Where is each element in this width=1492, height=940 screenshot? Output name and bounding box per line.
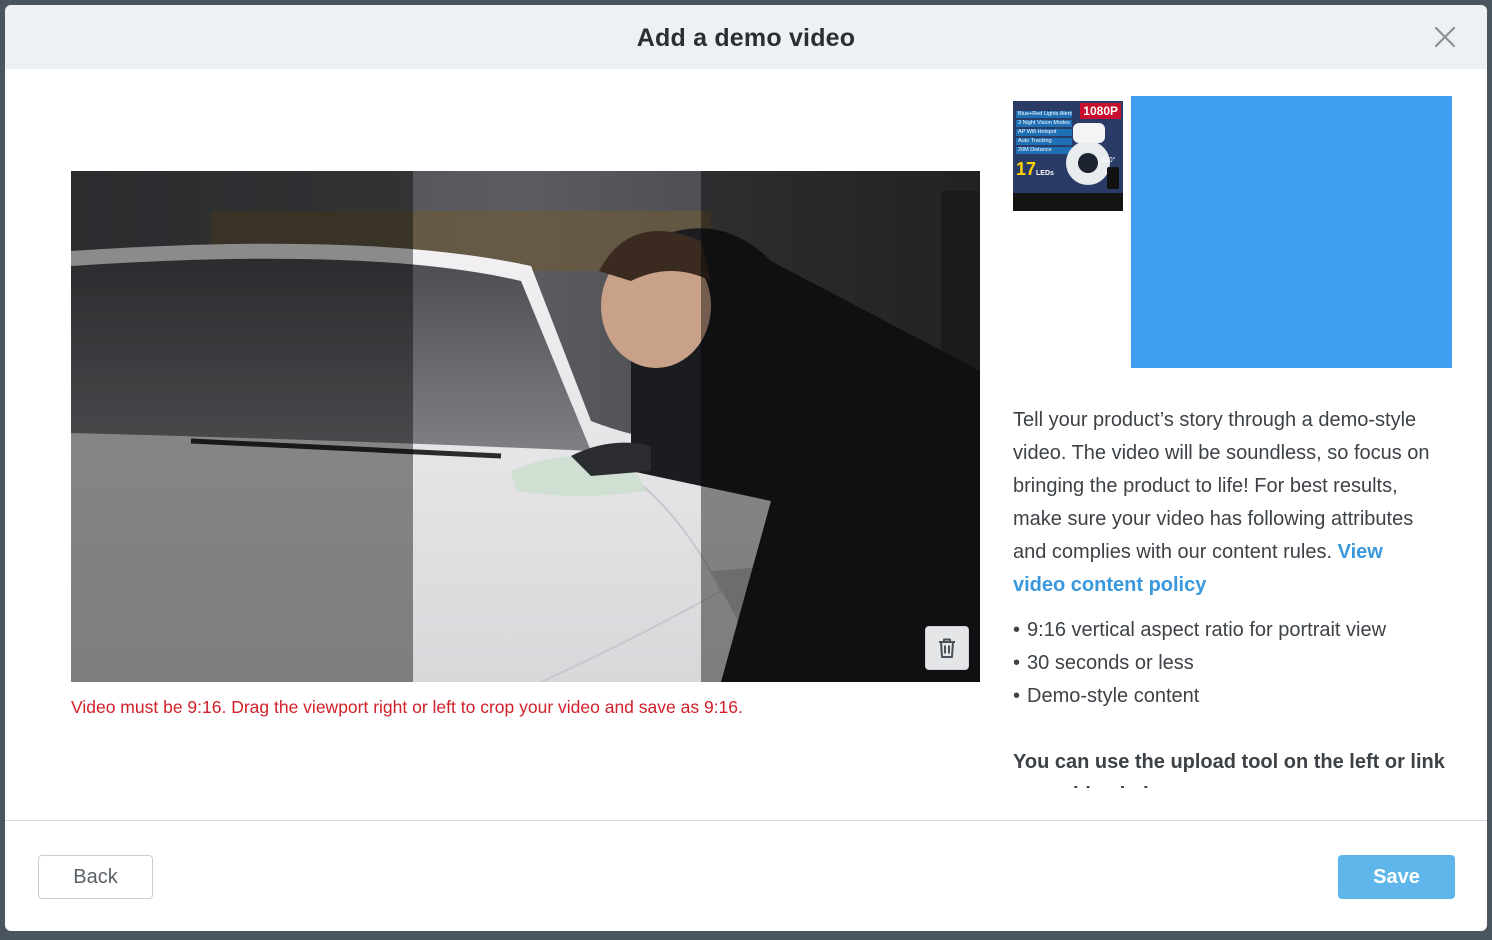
product-thumbnail[interactable]: 1080P Blue+Red Lights Alerts 3 Night Vis… <box>1013 101 1123 211</box>
back-button[interactable]: Back <box>38 855 153 899</box>
description-text: Tell your product’s story through a demo… <box>1013 404 1433 602</box>
trash-icon <box>939 638 955 658</box>
close-icon <box>1434 26 1456 48</box>
modal-title: Add a demo video <box>636 24 856 52</box>
thumbnail-rotation-label: 320° <box>1101 157 1116 164</box>
camera-product-image <box>1013 123 1123 211</box>
thumbnail-led-count: 17LEDs <box>1016 159 1054 180</box>
modal-header: Add a demo video <box>5 5 1487 69</box>
led-count-number: 17 <box>1016 159 1037 179</box>
crop-shade-right <box>701 171 980 682</box>
description-body: Tell your product’s story through a demo… <box>1013 409 1430 563</box>
crop-warning-text: Video must be 9:16. Drag the viewport ri… <box>71 697 743 717</box>
video-crop-frame <box>71 171 980 682</box>
requirement-item: Demo-style content <box>1013 680 1453 713</box>
video-preview-placeholder <box>1131 96 1452 368</box>
led-count-label: LEDs <box>1036 170 1054 177</box>
delete-video-button[interactable] <box>925 626 969 670</box>
footer-divider <box>5 820 1487 821</box>
requirement-item: 9:16 vertical aspect ratio for portrait … <box>1013 614 1453 647</box>
crop-viewport[interactable] <box>413 171 701 682</box>
upload-note: You can use the upload tool on the left … <box>1013 751 1445 788</box>
close-button[interactable] <box>1431 23 1459 51</box>
requirements-list: 9:16 vertical aspect ratio for portrait … <box>1013 614 1453 713</box>
crop-shade-left <box>71 171 413 682</box>
save-button[interactable]: Save <box>1338 855 1455 899</box>
demo-video-modal: Add a demo video Video must be 9:16. Dra… <box>5 5 1487 931</box>
requirement-item: 30 seconds or less <box>1013 647 1453 680</box>
